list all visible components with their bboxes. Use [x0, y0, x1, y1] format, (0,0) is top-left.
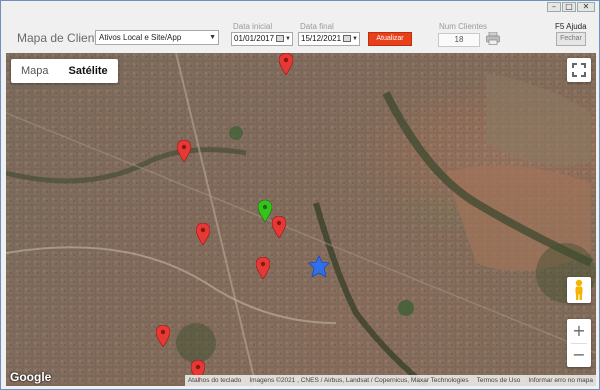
- zoom-in-button[interactable]: +: [567, 319, 591, 343]
- num-clients-label: Num Clientes: [439, 22, 488, 31]
- map-attribution: Atalhos do teclado Imagens ©2021 , CNES …: [184, 375, 596, 386]
- num-clients-value: 18: [438, 33, 480, 47]
- pegman-icon: [575, 279, 583, 300]
- satellite-map[interactable]: Mapa Satélite + − Google Atalhos do tecl…: [6, 53, 596, 386]
- printer-icon[interactable]: [486, 32, 500, 45]
- map-type-map-button[interactable]: Mapa: [11, 59, 59, 83]
- red-pin-icon[interactable]: [256, 257, 270, 279]
- red-pin-icon[interactable]: [279, 53, 293, 75]
- client-filter-select[interactable]: Ativos Local e Site/App ▼: [95, 30, 219, 45]
- report-error-link[interactable]: Informar erro no mapa: [528, 375, 593, 386]
- minimize-button[interactable]: –: [547, 2, 561, 12]
- help-label[interactable]: F5 Ajuda: [555, 22, 587, 31]
- date-start-field[interactable]: 01/01/2017 ▼: [231, 32, 293, 46]
- fullscreen-icon: [572, 63, 586, 77]
- chevron-down-icon: ▼: [285, 36, 291, 42]
- app-window: – □ ✕ Mapa de Clientes Ativos Local e Si…: [0, 0, 600, 390]
- green-pin-icon[interactable]: [258, 200, 272, 222]
- refresh-button[interactable]: Atualizar: [368, 32, 412, 46]
- chevron-down-icon: ▼: [209, 34, 216, 41]
- terms-link[interactable]: Termos de Uso: [477, 375, 521, 386]
- red-pin-icon[interactable]: [156, 325, 170, 347]
- date-start-label: Data inicial: [233, 22, 273, 31]
- close-window-button[interactable]: ✕: [577, 2, 595, 12]
- date-start-value: 01/01/2017: [234, 34, 275, 43]
- date-end-value: 15/12/2021: [301, 34, 342, 43]
- close-button[interactable]: Fechar: [556, 32, 586, 46]
- date-end-field[interactable]: 15/12/2021 ▼: [298, 32, 360, 46]
- red-pin-icon[interactable]: [196, 223, 210, 245]
- client-filter-value: Ativos Local e Site/App: [99, 33, 182, 42]
- street-view-button[interactable]: [567, 277, 591, 303]
- red-pin-icon[interactable]: [272, 216, 286, 238]
- calendar-icon[interactable]: [343, 35, 351, 42]
- map-imagery: [6, 53, 596, 386]
- fullscreen-button[interactable]: [567, 58, 591, 82]
- toolbar: Mapa de Clientes Ativos Local e Site/App…: [1, 15, 599, 51]
- blue-location-icon[interactable]: [307, 255, 331, 279]
- calendar-icon[interactable]: [276, 35, 284, 42]
- imagery-credit: Imagens ©2021 , CNES / Airbus, Landsat /…: [249, 377, 469, 384]
- map-type-satellite-button[interactable]: Satélite: [59, 59, 118, 83]
- keyboard-shortcuts-link[interactable]: Atalhos do teclado: [188, 375, 241, 386]
- chevron-down-icon: ▼: [352, 36, 358, 42]
- zoom-control: + −: [567, 319, 591, 367]
- zoom-out-button[interactable]: −: [567, 343, 591, 367]
- title-bar: – □ ✕: [1, 1, 599, 12]
- red-pin-icon[interactable]: [177, 140, 191, 162]
- map-type-control: Mapa Satélite: [11, 59, 118, 83]
- date-end-label: Data final: [300, 22, 334, 31]
- google-logo: Google: [10, 370, 52, 384]
- maximize-button[interactable]: □: [562, 2, 576, 12]
